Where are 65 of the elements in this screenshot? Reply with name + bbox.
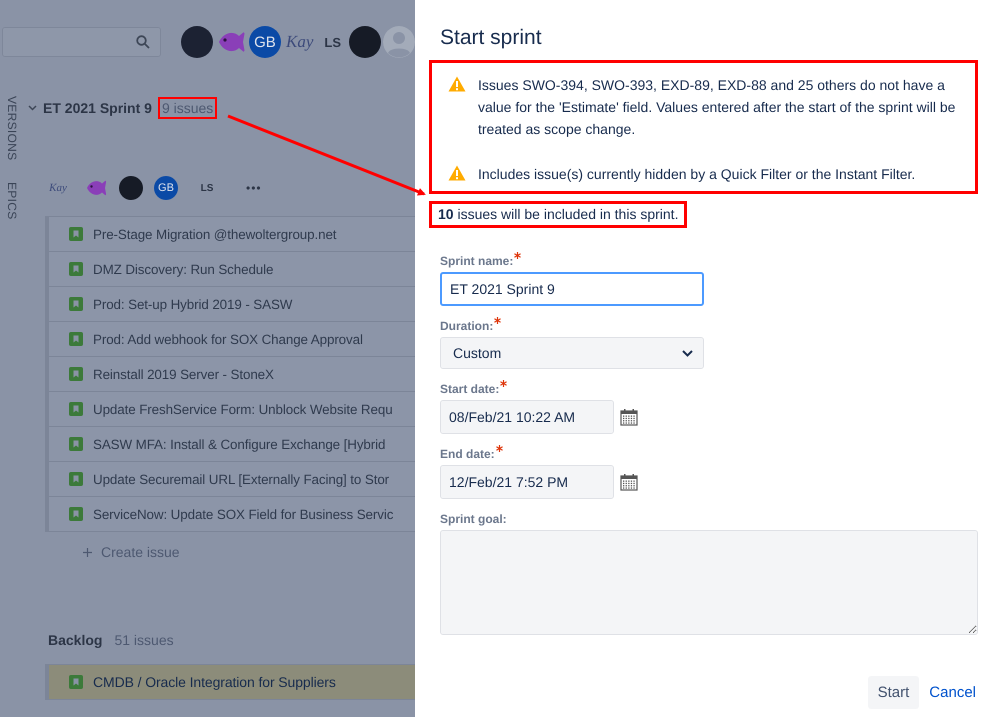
issue-row[interactable]: Prod: Add webhook for SOX Change Approval (46, 321, 415, 356)
field-label: Start date: (440, 382, 500, 397)
avatar-signature[interactable]: Kay (43, 176, 73, 200)
field-label: Sprint name: (440, 254, 514, 269)
avatar-image[interactable] (349, 26, 381, 58)
required-asterisk-icon (494, 317, 502, 324)
avatar-initials[interactable]: GB (154, 176, 178, 200)
create-issue-button[interactable]: Create issue (83, 544, 180, 560)
required-asterisk-icon (500, 380, 508, 387)
bookmark-icon (69, 507, 83, 521)
duration-select[interactable]: Custom (440, 337, 704, 369)
side-tab[interactable]: VERSIONS (5, 96, 19, 160)
avatar-signature[interactable]: Kay (282, 26, 316, 58)
dialog-title: Start sprint (440, 26, 543, 50)
avatar-photo-placeholder[interactable] (180, 26, 213, 58)
date-field[interactable]: 12/Feb/21 7:52 PM (440, 465, 614, 499)
search-field[interactable] (2, 27, 161, 57)
sprint-goal-field[interactable] (440, 530, 978, 635)
avatar-initials[interactable]: LS (318, 26, 347, 58)
issue-row[interactable]: Update Securemail URL [Externally Facing] to Stor (46, 461, 415, 496)
bookmark-icon (69, 675, 83, 689)
bookmark-icon (69, 437, 83, 451)
required-asterisk-icon (496, 445, 503, 452)
warning-icon (448, 165, 466, 181)
plus-icon (83, 548, 92, 556)
avatar-image[interactable] (119, 176, 143, 200)
issue-row[interactable]: Update FreshService Form: Unblock Website Requ (46, 391, 415, 426)
issue-row[interactable]: CMDB / Oracle Integration for Suppliers (46, 665, 415, 699)
cancel-link[interactable]: Cancel (927, 684, 978, 701)
search-icon (136, 35, 150, 49)
issue-row[interactable]: DMZ Discovery: Run Schedule (46, 251, 415, 286)
warning-text: Includes issue(s) currently hidden by a Quick Filter or the Instant Filter. (478, 165, 916, 184)
field-label: End date: (440, 447, 495, 462)
avatar-initials[interactable]: LS (189, 176, 225, 200)
included-issues-text: 10 issues will be included in this sprint. (429, 201, 688, 228)
bookmark-icon (69, 367, 83, 381)
warning-text: Issues SWO-394, SWO-393, EXD-89, EXD-88 and 25 others do not have a value for the 'Estimate' field. Values entered after the start of the sprint will be treated as scope change. (478, 76, 956, 139)
start-button[interactable]: Start (868, 676, 920, 709)
calendar-icon[interactable] (620, 408, 638, 426)
issue-row[interactable]: Prod: Set-up Hybrid 2019 - SASW (46, 286, 415, 321)
bookmark-icon (69, 402, 83, 416)
required-asterisk-icon (514, 252, 522, 259)
date-field[interactable]: 08/Feb/21 10:22 AM (440, 400, 614, 434)
field-label: Duration: (440, 319, 494, 334)
issue-count: 51 issues (114, 632, 174, 648)
backlog-title: Backlog (48, 632, 102, 648)
more-assignees[interactable]: ••• (246, 181, 262, 195)
field-label: Sprint goal: (440, 512, 507, 527)
sprint-title: ET 2021 Sprint 9 (43, 100, 152, 116)
avatar-initials[interactable]: GB (248, 26, 281, 58)
chevron-down-icon[interactable] (28, 105, 37, 111)
issue-count: 9 issues (158, 97, 218, 119)
issue-row[interactable]: Reinstall 2019 Server - StoneX (46, 356, 415, 391)
warning-icon (448, 76, 466, 92)
issue-row[interactable]: SASW MFA: Install & Configure Exchange [Hybrid (46, 426, 415, 461)
bookmark-icon (69, 262, 83, 276)
sprint-name-field[interactable]: ET 2021 Sprint 9 (440, 272, 704, 306)
issue-row[interactable]: ServiceNow: Update SOX Field for Business Servic (46, 496, 415, 531)
bookmark-icon (69, 297, 83, 311)
side-tab[interactable]: EPICS (5, 182, 19, 220)
bookmark-icon (69, 227, 83, 241)
bookmark-icon (69, 472, 83, 486)
calendar-icon[interactable] (620, 473, 638, 491)
chevron-down-icon (682, 350, 693, 356)
bookmark-icon (69, 332, 83, 346)
